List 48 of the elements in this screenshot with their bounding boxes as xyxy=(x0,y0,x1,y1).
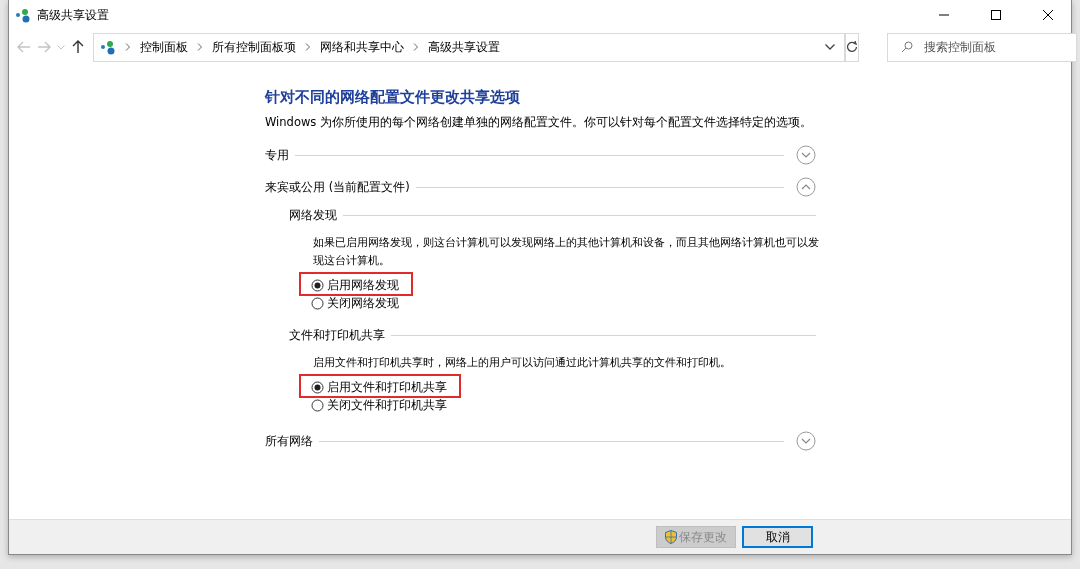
breadcrumb-item[interactable]: 所有控制面板项 xyxy=(212,39,296,55)
up-arrow-icon xyxy=(71,40,85,54)
maximize-icon xyxy=(991,10,1001,20)
group-description: 启用文件和打印机共享时，网络上的用户可以访问通过此计算机共享的文件和打印机。 xyxy=(313,355,732,371)
search-field[interactable]: 搜索控制面板 xyxy=(887,32,1077,62)
section-label: 所有网络 xyxy=(265,433,313,449)
chevron-right-icon xyxy=(125,43,131,51)
radio-selected-icon[interactable] xyxy=(311,380,324,394)
radio-selected-icon[interactable] xyxy=(311,278,324,292)
close-icon xyxy=(1043,10,1053,20)
page-description: Windows 为你所使用的每个网络创建单独的网络配置文件。你可以针对每个配置文件选择特定的选项。 xyxy=(265,115,813,130)
chevron-up-icon xyxy=(796,177,816,197)
group-description: 如果已启用网络发现，则这台计算机可以发现网络上的其他计算机和设备，而且其他网络计算机也可以发现这台计算机。 xyxy=(313,235,820,269)
chevron-down-icon xyxy=(796,145,816,165)
collapse-button[interactable] xyxy=(796,177,816,197)
address-bar[interactable]: 控制面板 所有控制面板项 网络和共享中心 高级共享设置 xyxy=(93,32,845,62)
back-arrow-icon xyxy=(17,40,31,54)
group-label: 文件和打印机共享 xyxy=(289,327,385,343)
section-label: 专用 xyxy=(265,147,289,163)
forward-arrow-icon xyxy=(37,40,51,54)
chevron-down-icon xyxy=(796,431,816,451)
section-label: 来宾或公用 (当前配置文件) xyxy=(265,179,410,195)
refresh-button[interactable] xyxy=(845,32,859,62)
refresh-icon xyxy=(846,41,858,53)
shield-icon xyxy=(665,530,677,544)
search-icon xyxy=(901,40,913,53)
chevron-right-icon xyxy=(197,43,203,51)
group-label: 网络发现 xyxy=(289,207,337,223)
chevron-down-icon xyxy=(57,44,65,50)
breadcrumb-item[interactable]: 高级共享设置 xyxy=(428,39,500,55)
radio-option[interactable]: 关闭网络发现 xyxy=(311,294,399,312)
radio-option[interactable]: 启用文件和打印机共享 xyxy=(311,378,447,396)
network-icon xyxy=(100,39,116,55)
expand-button[interactable] xyxy=(796,431,816,451)
breadcrumb-item[interactable]: 控制面板 xyxy=(140,39,188,55)
network-icon xyxy=(15,7,31,23)
radio-icon[interactable] xyxy=(311,398,324,412)
chevron-right-icon xyxy=(305,43,311,51)
window-title: 高级共享设置 xyxy=(37,6,109,24)
radio-option[interactable]: 关闭文件和打印机共享 xyxy=(311,396,447,414)
cancel-button[interactable]: 取消 xyxy=(742,526,813,548)
chevron-right-icon xyxy=(413,43,419,51)
radio-option[interactable]: 启用网络发现 xyxy=(311,276,399,294)
radio-icon[interactable] xyxy=(311,296,324,310)
chevron-down-icon xyxy=(825,44,835,50)
page-heading: 针对不同的网络配置文件更改共享选项 xyxy=(265,88,521,107)
expand-button[interactable] xyxy=(796,145,816,165)
breadcrumb-item[interactable]: 网络和共享中心 xyxy=(320,39,404,55)
